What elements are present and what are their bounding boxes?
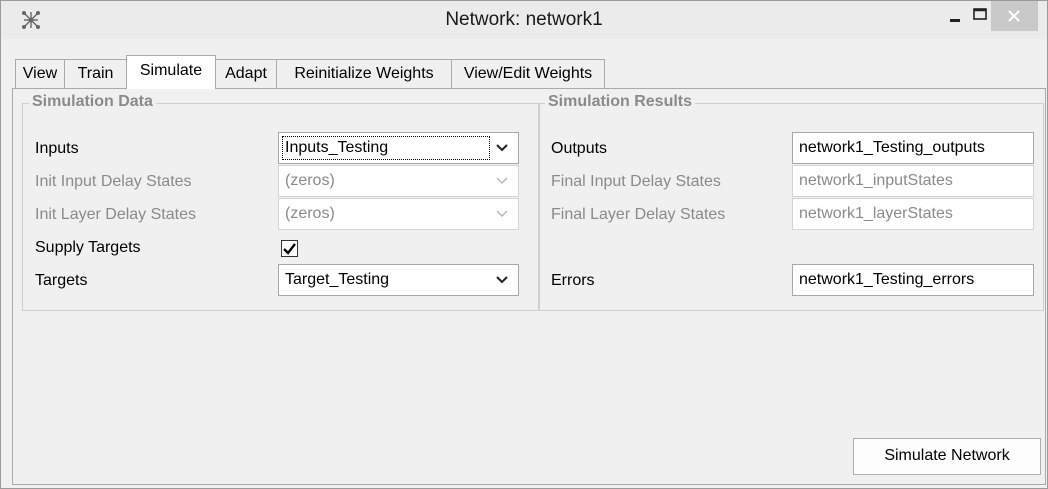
targets-value: Target_Testing	[285, 271, 390, 288]
simulate-network-button[interactable]: Simulate Network	[853, 438, 1041, 475]
tab-view[interactable]: View	[15, 59, 65, 88]
final-input-delay-label: Final Input Delay States	[551, 173, 721, 190]
tab-train[interactable]: Train	[64, 59, 127, 88]
init-input-delay-label: Init Input Delay States	[35, 173, 192, 190]
init-layer-delay-label: Init Layer Delay States	[35, 206, 196, 223]
tab-simulate[interactable]: Simulate	[126, 55, 216, 89]
outputs-label: Outputs	[551, 140, 608, 157]
inputs-select[interactable]: Inputs_Testing	[278, 132, 519, 164]
chevron-down-icon	[496, 210, 508, 217]
simulation-data-group: Simulation Data Inputs Inputs_Testing In…	[22, 93, 540, 311]
chevron-down-icon	[496, 144, 508, 152]
network-window: Network: network1 View Train Simulate Ad…	[0, 0, 1048, 489]
inputs-value: Inputs_Testing	[285, 139, 389, 156]
final-input-delay-field[interactable]: network1_inputStates	[792, 165, 1034, 197]
close-icon	[1008, 10, 1020, 22]
init-layer-delay-select[interactable]: (zeros)	[278, 198, 519, 230]
minimize-button[interactable]	[941, 1, 969, 31]
final-layer-delay-field[interactable]: network1_layerStates	[792, 198, 1034, 230]
maximize-button[interactable]	[969, 1, 991, 31]
targets-select[interactable]: Target_Testing	[278, 264, 519, 296]
chevron-down-icon	[496, 276, 508, 284]
checkmark-icon	[283, 243, 296, 255]
supply-targets-label: Supply Targets	[35, 239, 141, 256]
supply-targets-checkbox[interactable]	[281, 240, 298, 257]
init-input-delay-value: (zeros)	[285, 172, 335, 189]
init-input-delay-select[interactable]: (zeros)	[278, 165, 519, 197]
simulation-data-title: Simulation Data	[29, 93, 156, 111]
inputs-label: Inputs	[35, 140, 79, 157]
tab-reinitialize-weights[interactable]: Reinitialize Weights	[276, 59, 452, 88]
errors-field[interactable]: network1_Testing_errors	[792, 264, 1034, 296]
simulation-results-title: Simulation Results	[545, 93, 696, 111]
simulate-panel: Simulation Data Inputs Inputs_Testing In…	[12, 88, 1046, 485]
chevron-down-icon	[496, 177, 508, 184]
errors-label: Errors	[551, 272, 595, 289]
targets-label: Targets	[35, 272, 88, 289]
init-layer-delay-value: (zeros)	[285, 205, 335, 222]
simulation-results-group: Simulation Results Outputs network1_Test…	[538, 93, 1044, 311]
tab-adapt[interactable]: Adapt	[215, 59, 277, 88]
close-button[interactable]	[991, 1, 1038, 31]
tab-view-edit-weights[interactable]: View/Edit Weights	[451, 59, 605, 88]
final-layer-delay-label: Final Layer Delay States	[551, 206, 726, 223]
outputs-field[interactable]: network1_Testing_outputs	[792, 132, 1034, 164]
window-title: Network: network1	[445, 9, 603, 30]
title-bar[interactable]: Network: network1	[1, 1, 1047, 39]
